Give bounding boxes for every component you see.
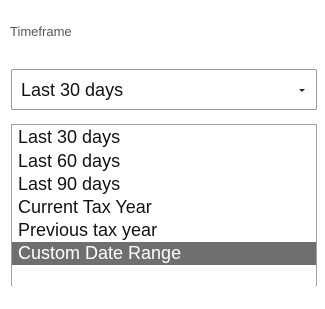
option-current-tax-year[interactable]: Current Tax Year: [12, 196, 316, 219]
dropdown-arrow-icon: [299, 89, 305, 92]
option-last-30-days[interactable]: Last 30 days: [12, 125, 316, 150]
option-last-90-days[interactable]: Last 90 days: [12, 173, 316, 196]
option-custom-date-range[interactable]: Custom Date Range: [12, 242, 316, 265]
timeframe-selected-value: Last 30 days: [21, 80, 124, 100]
option-previous-tax-year[interactable]: Previous tax year: [12, 219, 316, 242]
option-last-60-days[interactable]: Last 60 days: [12, 150, 316, 173]
timeframe-select[interactable]: Last 30 days: [11, 69, 317, 110]
timeframe-options-list: Last 30 days Last 60 days Last 90 days C…: [11, 124, 317, 286]
timeframe-label: Timeframe: [10, 24, 72, 39]
